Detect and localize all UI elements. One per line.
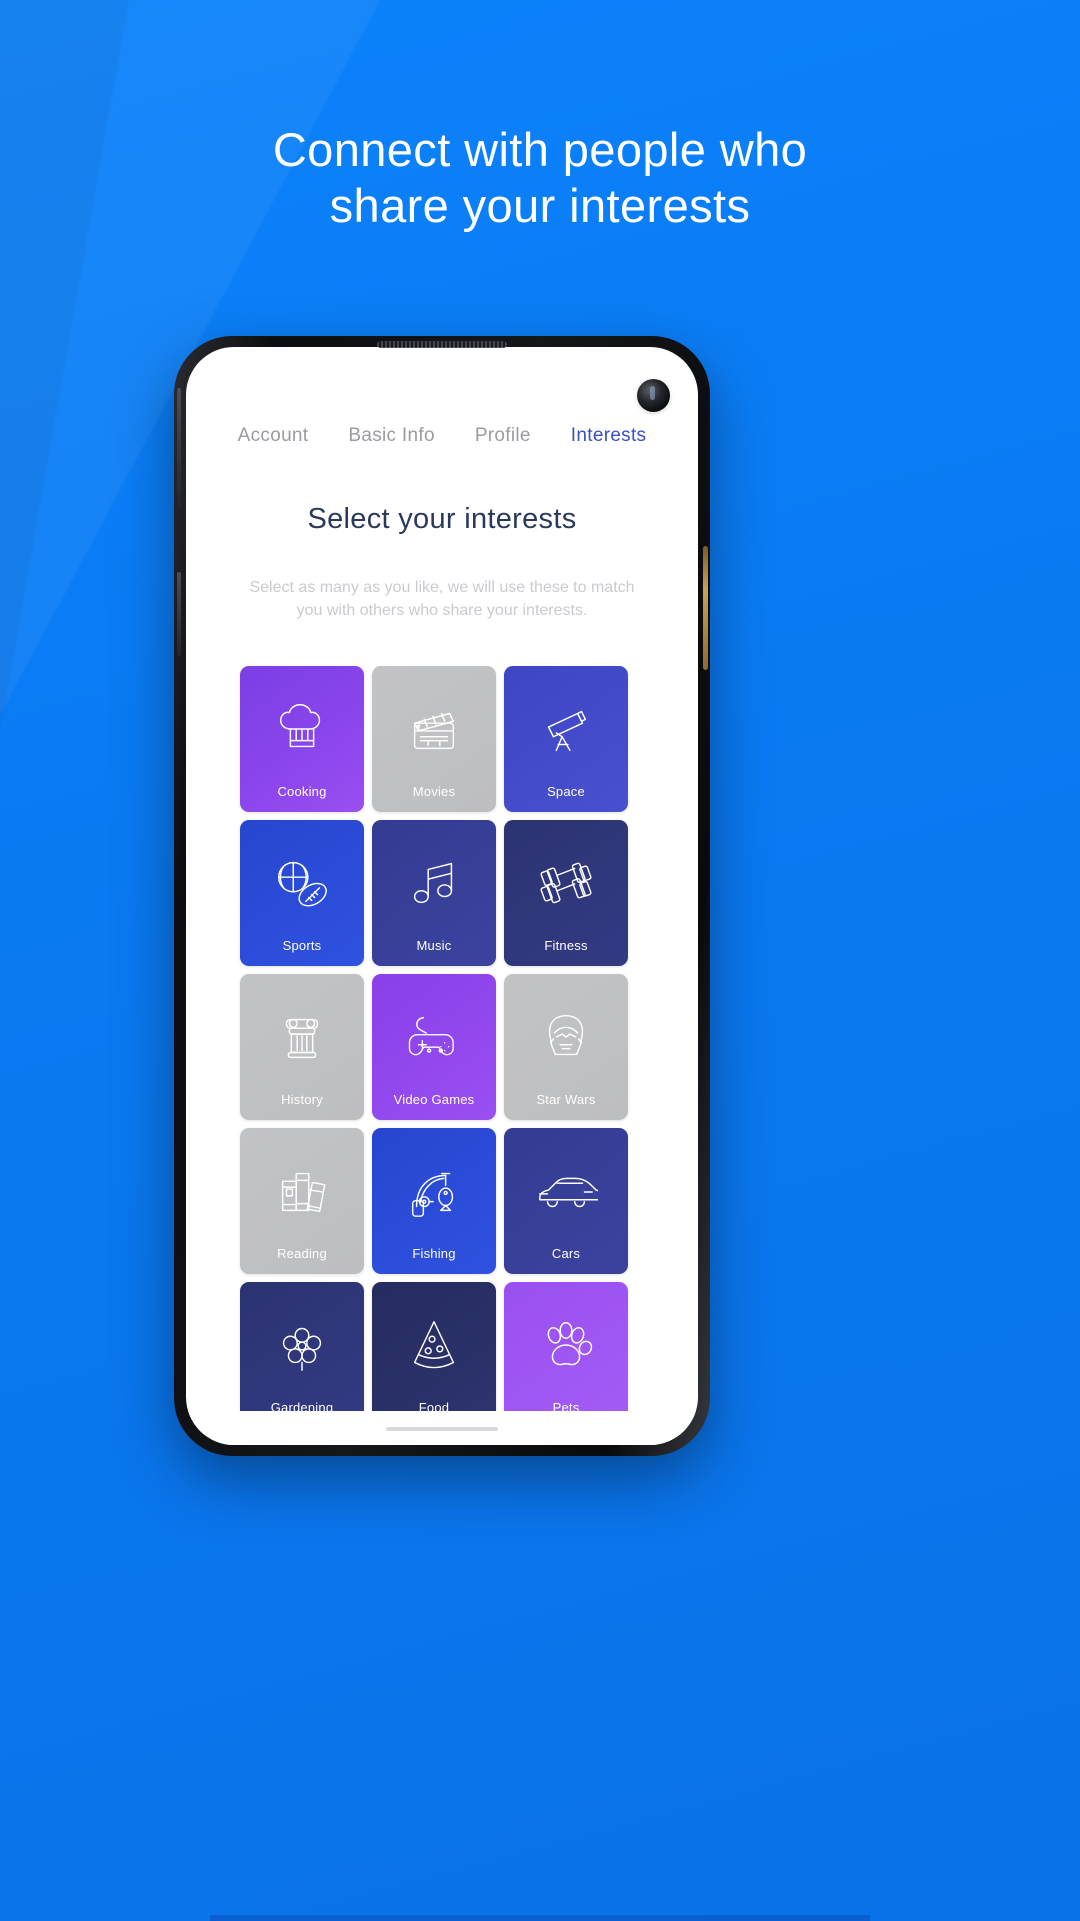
headline-line-2: share your interests — [329, 179, 751, 233]
interest-tile-label: Video Games — [393, 1092, 475, 1108]
paw-print-icon — [504, 1308, 628, 1382]
sports-balls-icon — [240, 846, 364, 920]
fishing-rod-icon — [372, 1154, 496, 1228]
interest-tile-label: History — [281, 1092, 323, 1108]
interest-tile-fishing[interactable]: Fishing — [372, 1128, 496, 1275]
phone-earpiece-speaker — [377, 341, 507, 348]
phone-mockup: Account Basic Info Profile Interests Select… — [174, 336, 710, 1456]
interest-tile-star-wars[interactable]: Star Wars — [504, 974, 628, 1121]
gamepad-icon — [372, 1000, 496, 1074]
clapperboard-icon — [372, 692, 496, 766]
interest-tile-pets[interactable]: Pets — [504, 1282, 628, 1429]
flower-icon — [240, 1308, 364, 1382]
onboarding-tab-bar: Account Basic Info Profile Interests — [186, 425, 698, 447]
column-icon — [240, 1000, 364, 1074]
interest-tile-space[interactable]: Space — [504, 666, 628, 813]
home-indicator[interactable] — [386, 1427, 498, 1431]
interest-tile-cooking[interactable]: Cooking — [240, 666, 364, 813]
books-icon — [240, 1154, 364, 1228]
car-icon — [504, 1154, 628, 1228]
phone-side-button — [703, 546, 708, 670]
interest-tile-label: Music — [416, 938, 452, 954]
dumbbell-icon — [504, 846, 628, 920]
interest-tile-label: Cars — [551, 1246, 581, 1262]
interest-tile-label: Cooking — [277, 784, 327, 800]
interest-tile-video-games[interactable]: Video Games — [372, 974, 496, 1121]
music-note-icon — [372, 846, 496, 920]
interest-tile-label: Star Wars — [536, 1092, 596, 1108]
darth-vader-icon — [504, 1000, 628, 1074]
interest-tile-label: Fishing — [412, 1246, 456, 1262]
pizza-slice-icon — [372, 1308, 496, 1382]
interest-tile-movies[interactable]: Movies — [372, 666, 496, 813]
interest-tile-cars[interactable]: Cars — [504, 1128, 628, 1275]
interest-tile-label: Movies — [412, 784, 456, 800]
footer-accent-bar — [210, 1915, 870, 1921]
front-camera-icon — [637, 379, 670, 412]
interest-tile-label: Fitness — [544, 938, 588, 954]
tab-profile[interactable]: Profile — [475, 425, 531, 447]
app-content: Account Basic Info Profile Interests Select… — [186, 347, 698, 1445]
telescope-icon — [504, 692, 628, 766]
interest-tile-fitness[interactable]: Fitness — [504, 820, 628, 967]
tab-account[interactable]: Account — [238, 425, 309, 447]
interests-grid: Cooking Movies Space Sports Music Fitnes… — [240, 666, 644, 1429]
interest-tile-food[interactable]: Food — [372, 1282, 496, 1429]
interest-tile-history[interactable]: History — [240, 974, 364, 1121]
phone-screen: Account Basic Info Profile Interests Select… — [186, 347, 698, 1445]
headline-line-1: Connect with people who — [272, 123, 808, 176]
interest-tile-music[interactable]: Music — [372, 820, 496, 967]
interest-tile-gardening[interactable]: Gardening — [240, 1282, 364, 1429]
page-title: Select your interests — [307, 503, 577, 535]
interest-tile-label: Sports — [282, 938, 322, 954]
tab-interests[interactable]: Interests — [571, 425, 647, 447]
interest-tile-label: Space — [547, 784, 585, 800]
promo-headline: Connect with people who share your inter… — [0, 122, 1080, 235]
tab-basic-info[interactable]: Basic Info — [348, 425, 434, 447]
interest-tile-label: Reading — [277, 1246, 327, 1262]
interest-tile-reading[interactable]: Reading — [240, 1128, 364, 1275]
page-subtitle: Select as many as you like, we will use … — [249, 579, 635, 620]
interest-tile-sports[interactable]: Sports — [240, 820, 364, 967]
chef-hat-icon — [240, 692, 364, 766]
